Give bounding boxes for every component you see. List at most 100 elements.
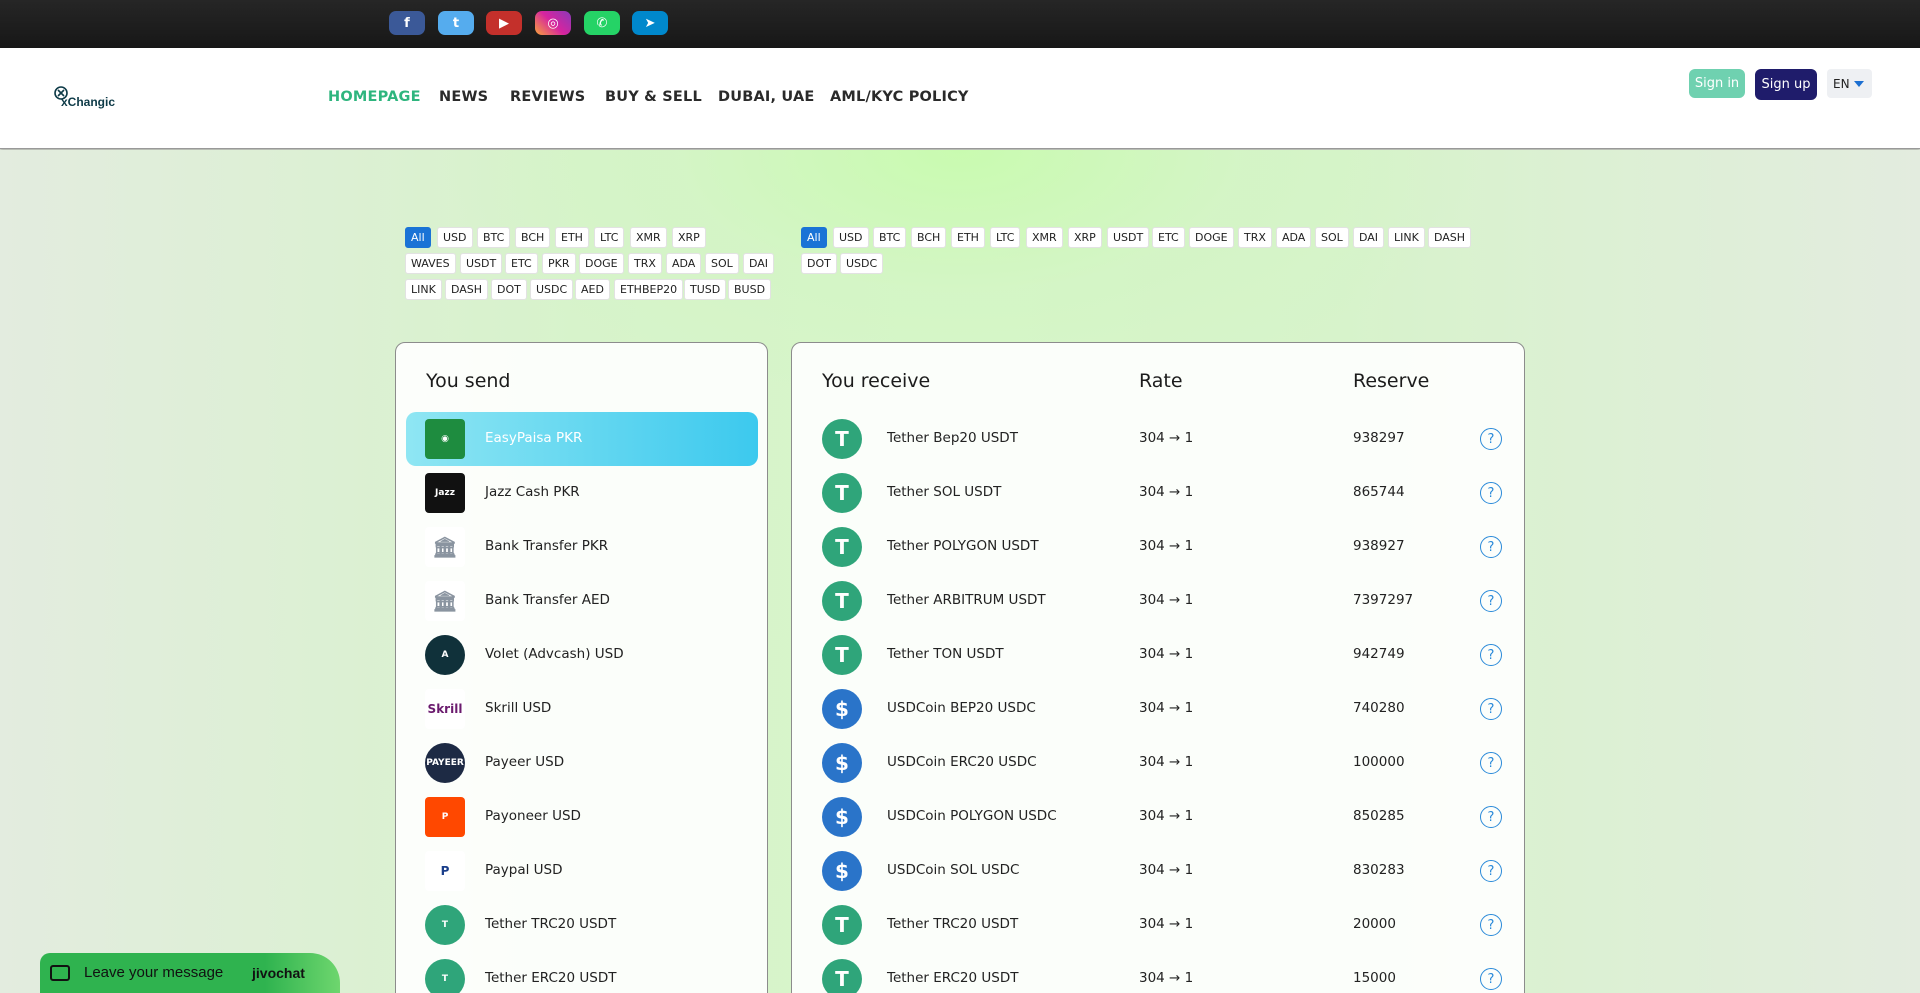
receive-filter-etc[interactable]: ETC: [1152, 227, 1185, 248]
send-method-item[interactable]: P Paypal USD: [406, 844, 758, 898]
send-filter-doge[interactable]: DOGE: [579, 253, 624, 274]
receive-filter-usdc[interactable]: USDC: [840, 253, 884, 274]
send-filter-usdc[interactable]: USDC: [530, 279, 574, 300]
send-filter-xmr[interactable]: XMR: [630, 227, 667, 248]
send-method-item[interactable]: 🏛 Bank Transfer PKR: [406, 520, 758, 574]
help-icon[interactable]: ?: [1480, 698, 1502, 720]
help-icon[interactable]: ?: [1480, 644, 1502, 666]
send-method-label: Paypal USD: [485, 862, 563, 878]
help-icon[interactable]: ?: [1480, 536, 1502, 558]
receive-filter-ada[interactable]: ADA: [1276, 227, 1312, 248]
send-filter-ada[interactable]: ADA: [666, 253, 702, 274]
help-icon[interactable]: ?: [1480, 806, 1502, 828]
send-filter-trx[interactable]: TRX: [628, 253, 662, 274]
receive-method-row[interactable]: $ USDCoin ERC20 USDC 304 → 1 100000?: [792, 736, 1522, 790]
receive-method-row[interactable]: T Tether TRC20 USDT 304 → 1 20000?: [792, 898, 1522, 952]
help-icon[interactable]: ?: [1480, 968, 1502, 990]
receive-filter-xmr[interactable]: XMR: [1026, 227, 1063, 248]
send-filter-dash[interactable]: DASH: [445, 279, 489, 300]
receive-filter-dot[interactable]: DOT: [801, 253, 837, 274]
send-filter-etc[interactable]: ETC: [505, 253, 538, 274]
receive-filter-eth[interactable]: ETH: [951, 227, 985, 248]
send-filter-usd[interactable]: USD: [437, 227, 473, 248]
nav-aml-kyc-policy[interactable]: AML/KYC POLICY: [830, 89, 969, 105]
instagram-icon[interactable]: ◎: [535, 11, 571, 35]
send-method-item[interactable]: T Tether ERC20 USDT: [406, 952, 758, 993]
receive-panel: You receive Rate Reserve T Tether Bep20 U…: [791, 342, 1525, 993]
send-filter-busd[interactable]: BUSD: [728, 279, 772, 300]
receive-method-row[interactable]: T Tether Bep20 USDT 304 → 1 938297?: [792, 412, 1522, 466]
send-method-item[interactable]: PAYEER Payeer USD: [406, 736, 758, 790]
send-filter-ethbep20[interactable]: ETHBEP20: [614, 279, 684, 300]
send-filter-eth[interactable]: ETH: [555, 227, 589, 248]
receive-filter-dash[interactable]: DASH: [1428, 227, 1472, 248]
receive-filter-usdt[interactable]: USDT: [1107, 227, 1150, 248]
nav-buy-sell[interactable]: BUY & SELL: [605, 89, 702, 105]
telegram-icon[interactable]: ➤: [632, 11, 668, 35]
receive-filter-usd[interactable]: USD: [833, 227, 869, 248]
send-filter-bch[interactable]: BCH: [515, 227, 551, 248]
send-filter-xrp[interactable]: XRP: [672, 227, 706, 248]
receive-method-name: Tether ERC20 USDT: [887, 970, 1019, 986]
send-filter-dai[interactable]: DAI: [743, 253, 775, 274]
receive-method-row[interactable]: $ USDCoin POLYGON USDC 304 → 1 850285?: [792, 790, 1522, 844]
nav-homepage[interactable]: HOMEPAGE: [328, 89, 421, 105]
send-method-item[interactable]: A Volet (Advcash) USD: [406, 628, 758, 682]
nav-reviews[interactable]: REVIEWS: [510, 89, 585, 105]
help-icon[interactable]: ?: [1480, 590, 1502, 612]
receive-method-row[interactable]: T Tether TON USDT 304 → 1 942749?: [792, 628, 1522, 682]
send-method-label: Tether TRC20 USDT: [485, 916, 617, 932]
receive-filter-xrp[interactable]: XRP: [1068, 227, 1102, 248]
send-method-item[interactable]: Jazz Jazz Cash PKR: [406, 466, 758, 520]
help-icon[interactable]: ?: [1480, 482, 1502, 504]
youtube-icon[interactable]: ▶: [486, 11, 522, 35]
send-method-item[interactable]: ◉ EasyPaisa PKR: [406, 412, 758, 466]
help-icon[interactable]: ?: [1480, 428, 1502, 450]
whatsapp-icon[interactable]: ✆: [584, 11, 620, 35]
receive-filter-all[interactable]: All: [801, 227, 827, 248]
send-method-item[interactable]: T Tether TRC20 USDT: [406, 898, 758, 952]
send-filter-usdt[interactable]: USDT: [460, 253, 503, 274]
send-method-label: Skrill USD: [485, 700, 552, 716]
twitter-icon[interactable]: t: [438, 11, 474, 35]
receive-filter-doge[interactable]: DOGE: [1189, 227, 1234, 248]
receive-method-row[interactable]: T Tether ERC20 USDT 304 → 1 15000?: [792, 952, 1522, 993]
send-method-label: Bank Transfer PKR: [485, 538, 609, 554]
send-filter-waves[interactable]: WAVES: [405, 253, 456, 274]
send-filter-btc[interactable]: BTC: [477, 227, 511, 248]
send-filter-sol[interactable]: SOL: [705, 253, 739, 274]
receive-method-row[interactable]: $ USDCoin SOL USDC 304 → 1 830283?: [792, 844, 1522, 898]
language-select[interactable]: EN: [1827, 69, 1872, 98]
receive-filter-sol[interactable]: SOL: [1315, 227, 1349, 248]
sign-in-button[interactable]: Sign in: [1689, 69, 1745, 98]
help-icon[interactable]: ?: [1480, 752, 1502, 774]
send-filter-link[interactable]: LINK: [405, 279, 442, 300]
send-filter-pkr[interactable]: PKR: [542, 253, 576, 274]
site-logo[interactable]: xChangic: [52, 86, 132, 116]
receive-filter-dai[interactable]: DAI: [1353, 227, 1385, 248]
receive-method-row[interactable]: T Tether POLYGON USDT 304 → 1 938927?: [792, 520, 1522, 574]
receive-method-row[interactable]: T Tether ARBITRUM USDT 304 → 1 7397297?: [792, 574, 1522, 628]
facebook-icon[interactable]: f: [389, 11, 425, 35]
send-method-item[interactable]: Skrill Skrill USD: [406, 682, 758, 736]
send-filter-aed[interactable]: AED: [575, 279, 610, 300]
nav-news[interactable]: NEWS: [439, 89, 488, 105]
nav-dubai-uae[interactable]: DUBAI, UAE: [718, 89, 815, 105]
help-icon[interactable]: ?: [1480, 860, 1502, 882]
send-method-item[interactable]: P Payoneer USD: [406, 790, 758, 844]
chat-widget[interactable]: Leave your message jivochat: [40, 953, 340, 993]
send-filter-dot[interactable]: DOT: [491, 279, 527, 300]
receive-filter-ltc[interactable]: LTC: [990, 227, 1021, 248]
receive-filter-btc[interactable]: BTC: [873, 227, 907, 248]
send-filter-all[interactable]: All: [405, 227, 431, 248]
help-icon[interactable]: ?: [1480, 914, 1502, 936]
receive-method-row[interactable]: T Tether SOL USDT 304 → 1 865744?: [792, 466, 1522, 520]
receive-method-row[interactable]: $ USDCoin BEP20 USDC 304 → 1 740280?: [792, 682, 1522, 736]
send-method-item[interactable]: 🏛 Bank Transfer AED: [406, 574, 758, 628]
receive-filter-link[interactable]: LINK: [1388, 227, 1425, 248]
send-filter-ltc[interactable]: LTC: [594, 227, 625, 248]
receive-filter-trx[interactable]: TRX: [1238, 227, 1272, 248]
receive-filter-bch[interactable]: BCH: [911, 227, 947, 248]
send-filter-tusd[interactable]: TUSD: [684, 279, 727, 300]
sign-up-button[interactable]: Sign up: [1755, 69, 1817, 100]
